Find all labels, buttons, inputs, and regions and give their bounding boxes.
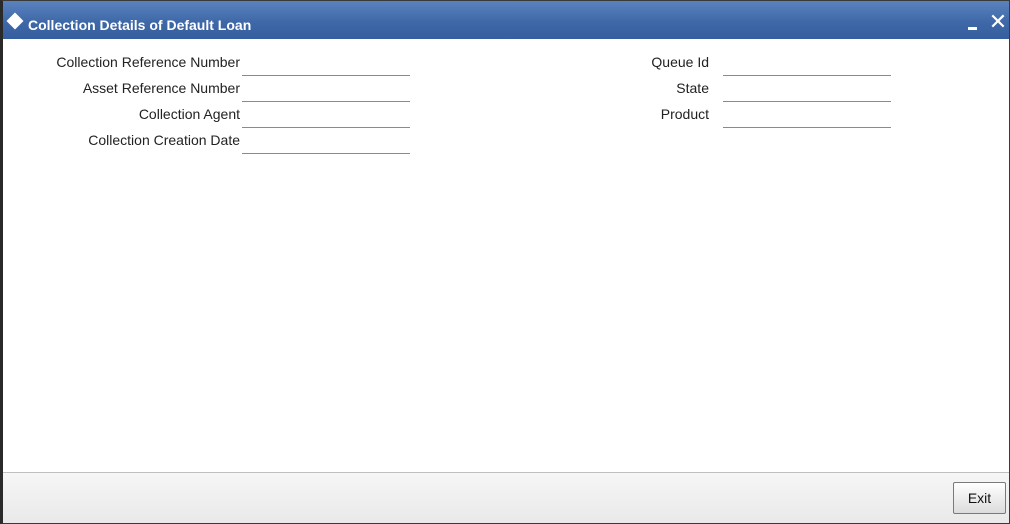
state-input[interactable] bbox=[723, 84, 891, 102]
queue-id-input[interactable] bbox=[723, 58, 891, 76]
collection-creation-date-row: Collection Creation Date bbox=[3, 132, 423, 154]
asset-reference-number-input[interactable] bbox=[242, 84, 410, 102]
collection-reference-number-label: Collection Reference Number bbox=[56, 54, 240, 70]
diamond-icon bbox=[6, 12, 24, 30]
asset-reference-number-row: Asset Reference Number bbox=[3, 80, 423, 102]
collection-agent-row: Collection Agent bbox=[3, 106, 423, 128]
close-icon: ✕ bbox=[988, 9, 1008, 34]
exit-button[interactable]: Exit bbox=[953, 482, 1006, 514]
queue-id-label: Queue Id bbox=[651, 54, 709, 70]
collection-agent-label: Collection Agent bbox=[138, 106, 240, 122]
title-bar: Collection Details of Default Loan ✕ bbox=[3, 1, 1009, 39]
queue-id-row: Queue Id bbox=[563, 54, 893, 76]
collection-creation-date-label: Collection Creation Date bbox=[88, 132, 240, 148]
product-row: Product bbox=[563, 106, 893, 128]
collection-creation-date-input[interactable] bbox=[242, 136, 410, 154]
product-label: Product bbox=[660, 106, 709, 122]
asset-reference-number-label: Asset Reference Number bbox=[82, 80, 240, 96]
collection-details-window: Collection Details of Default Loan ✕ Col… bbox=[0, 0, 1010, 524]
minimize-button[interactable] bbox=[965, 13, 981, 33]
state-label: State bbox=[676, 80, 709, 96]
state-row: State bbox=[563, 80, 893, 102]
minimize-icon bbox=[968, 27, 977, 30]
product-input[interactable] bbox=[723, 110, 891, 128]
window-title: Collection Details of Default Loan bbox=[28, 17, 252, 33]
collection-reference-number-input[interactable] bbox=[242, 58, 410, 76]
close-button[interactable]: ✕ bbox=[988, 11, 1008, 33]
footer-bar: Exit bbox=[3, 472, 1009, 523]
collection-agent-input[interactable] bbox=[242, 110, 410, 128]
collection-reference-number-row: Collection Reference Number bbox=[3, 54, 423, 76]
